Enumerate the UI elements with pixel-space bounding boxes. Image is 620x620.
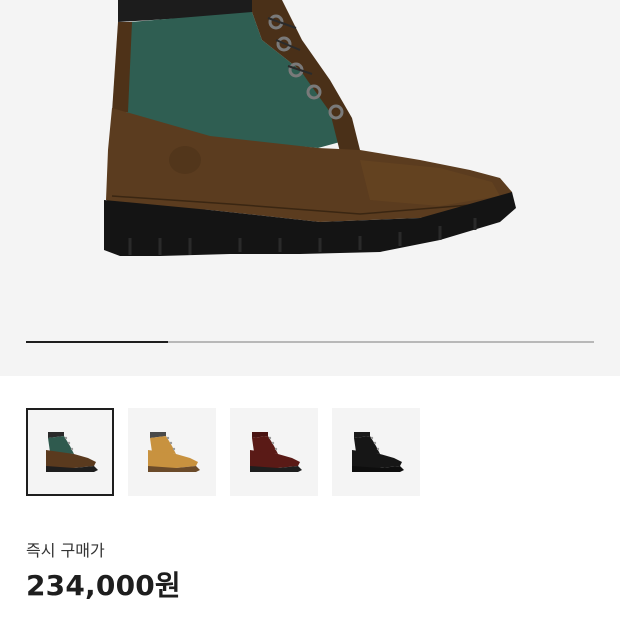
boot-thumbnail-image xyxy=(46,432,98,472)
price-value: 234,000원 xyxy=(26,569,181,602)
thumbnail-burgundy[interactable] xyxy=(230,408,318,496)
thumbnail-brown-green[interactable] xyxy=(26,408,114,496)
boot-thumbnail-image xyxy=(148,432,200,472)
thumbnail-wheat[interactable] xyxy=(128,408,216,496)
thumbnail-list xyxy=(26,408,420,496)
boot-image xyxy=(104,0,516,256)
boot-thumbnail-image xyxy=(250,432,302,472)
product-image-area[interactable] xyxy=(0,0,620,376)
price-label: 즉시 구매가 xyxy=(26,541,105,560)
image-carousel-progress xyxy=(26,341,594,343)
thumbnail-black[interactable] xyxy=(332,408,420,496)
boot-thumbnail-image xyxy=(352,432,404,472)
image-carousel-progress-fill xyxy=(26,341,168,343)
